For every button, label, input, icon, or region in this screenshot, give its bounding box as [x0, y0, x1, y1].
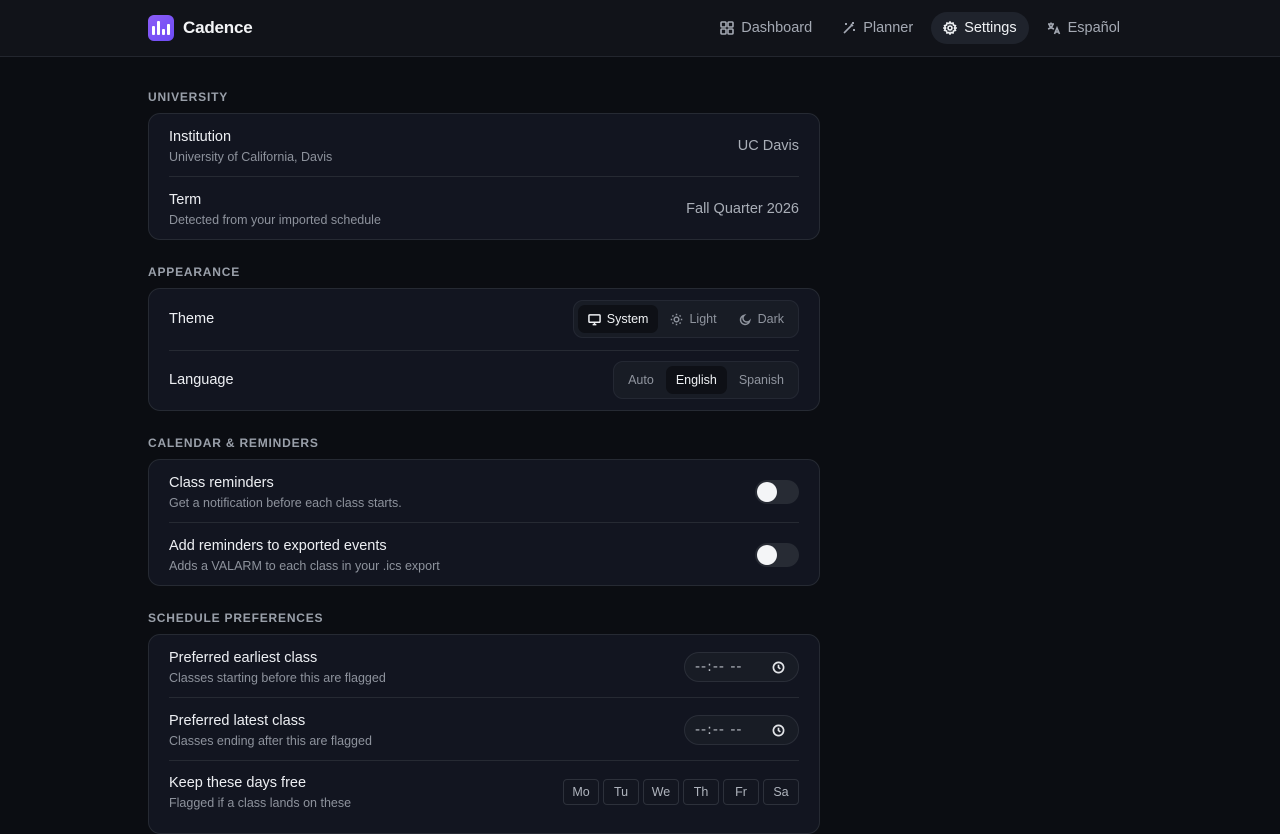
- latest-class-row: Preferred latest class Classes ending af…: [169, 712, 799, 748]
- divider: [169, 350, 799, 351]
- language-option-english[interactable]: English: [665, 366, 727, 394]
- day-toggle-mo[interactable]: Mo: [563, 779, 599, 805]
- institution-row: Institution University of California, Da…: [169, 128, 799, 164]
- section-title-university: UNIVERSITY: [148, 90, 229, 104]
- theme-row: Theme System Light Dark: [169, 300, 799, 338]
- moon-icon: [739, 313, 751, 325]
- divider: [169, 697, 799, 698]
- theme-option-system-label: System: [606, 312, 649, 326]
- export-reminders-toggle[interactable]: [755, 543, 799, 567]
- day-toggle-th[interactable]: Th: [683, 779, 719, 805]
- top-bar: Cadence Dashboard Planner Settings Españ…: [0, 0, 1280, 57]
- language-selector: Auto English Spanish: [613, 361, 799, 399]
- language-option-spanish[interactable]: Spanish: [729, 366, 794, 394]
- export-reminders-description: Adds a VALARM to each class in your .ics…: [169, 558, 440, 573]
- clock-icon[interactable]: [772, 661, 785, 674]
- nav-language-label: Español: [1067, 20, 1120, 36]
- theme-label: Theme: [169, 311, 215, 327]
- toggle-knob: [757, 482, 777, 502]
- nav-settings[interactable]: Settings: [931, 12, 1029, 44]
- term-value: Fall Quarter 2026: [686, 201, 799, 217]
- export-reminders-row: Add reminders to exported events Adds a …: [169, 537, 799, 573]
- section-title-schedule: SCHEDULE PREFERENCES: [148, 611, 324, 625]
- nav-settings-label: Settings: [964, 20, 1017, 36]
- day-toggle-sa[interactable]: Sa: [763, 779, 799, 805]
- theme-option-system[interactable]: System: [577, 305, 659, 333]
- university-card: Institution University of California, Da…: [148, 113, 820, 240]
- theme-selector: System Light Dark: [572, 300, 799, 338]
- nav-planner-label: Planner: [863, 20, 914, 36]
- language-row: Language Auto English Spanish: [169, 361, 799, 399]
- term-row: Term Detected from your imported schedul…: [169, 191, 799, 227]
- earliest-class-row: Preferred earliest class Classes startin…: [169, 649, 799, 685]
- class-reminders-description: Get a notification before each class sta…: [169, 495, 402, 510]
- earliest-class-time-value: --:-- --: [695, 659, 743, 675]
- bar-chart-logo-icon: [148, 15, 174, 41]
- earliest-class-time-input[interactable]: --:-- --: [684, 652, 799, 682]
- earliest-class-label: Preferred earliest class: [169, 649, 318, 666]
- main-nav: Dashboard Planner Settings Español: [708, 12, 1132, 44]
- latest-class-description: Classes ending after this are flagged: [169, 733, 372, 748]
- theme-option-light[interactable]: Light: [660, 305, 726, 333]
- wand-icon: [843, 22, 856, 34]
- grid-icon: [720, 21, 735, 35]
- appearance-card: Theme System Light Dark Language Auto En…: [148, 288, 820, 411]
- clock-icon[interactable]: [772, 724, 785, 737]
- language-option-auto[interactable]: Auto: [618, 366, 664, 394]
- calendar-card: Class reminders Get a notification befor…: [148, 459, 820, 586]
- sun-icon: [671, 313, 683, 325]
- class-reminders-label: Class reminders: [169, 474, 274, 491]
- translate-icon: [1047, 22, 1060, 35]
- theme-option-light-label: Light: [689, 312, 717, 326]
- export-reminders-label: Add reminders to exported events: [169, 537, 387, 554]
- app-name: Cadence: [183, 18, 253, 37]
- institution-full-name: University of California, Davis: [169, 149, 333, 164]
- nav-planner[interactable]: Planner: [830, 12, 925, 44]
- gear-icon: [943, 21, 958, 35]
- term-label: Term: [169, 191, 202, 208]
- earliest-class-description: Classes starting before this are flagged: [169, 670, 386, 685]
- day-toggle-we[interactable]: We: [643, 779, 679, 805]
- latest-class-time-input[interactable]: --:-- --: [684, 715, 799, 745]
- theme-option-dark[interactable]: Dark: [729, 305, 794, 333]
- nav-dashboard[interactable]: Dashboard: [708, 12, 824, 44]
- section-title-calendar: CALENDAR & REMINDERS: [148, 436, 319, 450]
- brand[interactable]: Cadence: [148, 15, 253, 41]
- section-title-appearance: APPEARANCE: [148, 265, 241, 279]
- latest-class-time-value: --:-- --: [695, 722, 743, 738]
- free-days-label: Keep these days free: [169, 775, 307, 791]
- day-toggle-tu[interactable]: Tu: [603, 779, 639, 805]
- toggle-knob: [757, 545, 777, 565]
- class-reminders-row: Class reminders Get a notification befor…: [169, 474, 799, 510]
- divider: [169, 176, 799, 177]
- free-days-picker: Mo Tu We Th Fr Sa: [563, 779, 799, 805]
- divider: [169, 760, 799, 761]
- free-days-row: Keep these days free Flagged if a class …: [169, 775, 799, 811]
- latest-class-label: Preferred latest class: [169, 712, 306, 729]
- nav-language-toggle[interactable]: Español: [1035, 12, 1132, 44]
- term-description: Detected from your imported schedule: [169, 212, 381, 227]
- class-reminders-toggle[interactable]: [755, 480, 799, 504]
- schedule-card: Preferred earliest class Classes startin…: [148, 634, 820, 834]
- day-toggle-fr[interactable]: Fr: [723, 779, 759, 805]
- divider: [169, 522, 799, 523]
- institution-label: Institution: [169, 128, 232, 145]
- language-label: Language: [169, 372, 234, 388]
- nav-dashboard-label: Dashboard: [741, 20, 813, 36]
- monitor-icon: [587, 313, 601, 325]
- institution-value: UC Davis: [737, 138, 799, 154]
- free-days-description: Flagged if a class lands on these: [169, 796, 352, 810]
- theme-option-dark-label: Dark: [757, 312, 784, 326]
